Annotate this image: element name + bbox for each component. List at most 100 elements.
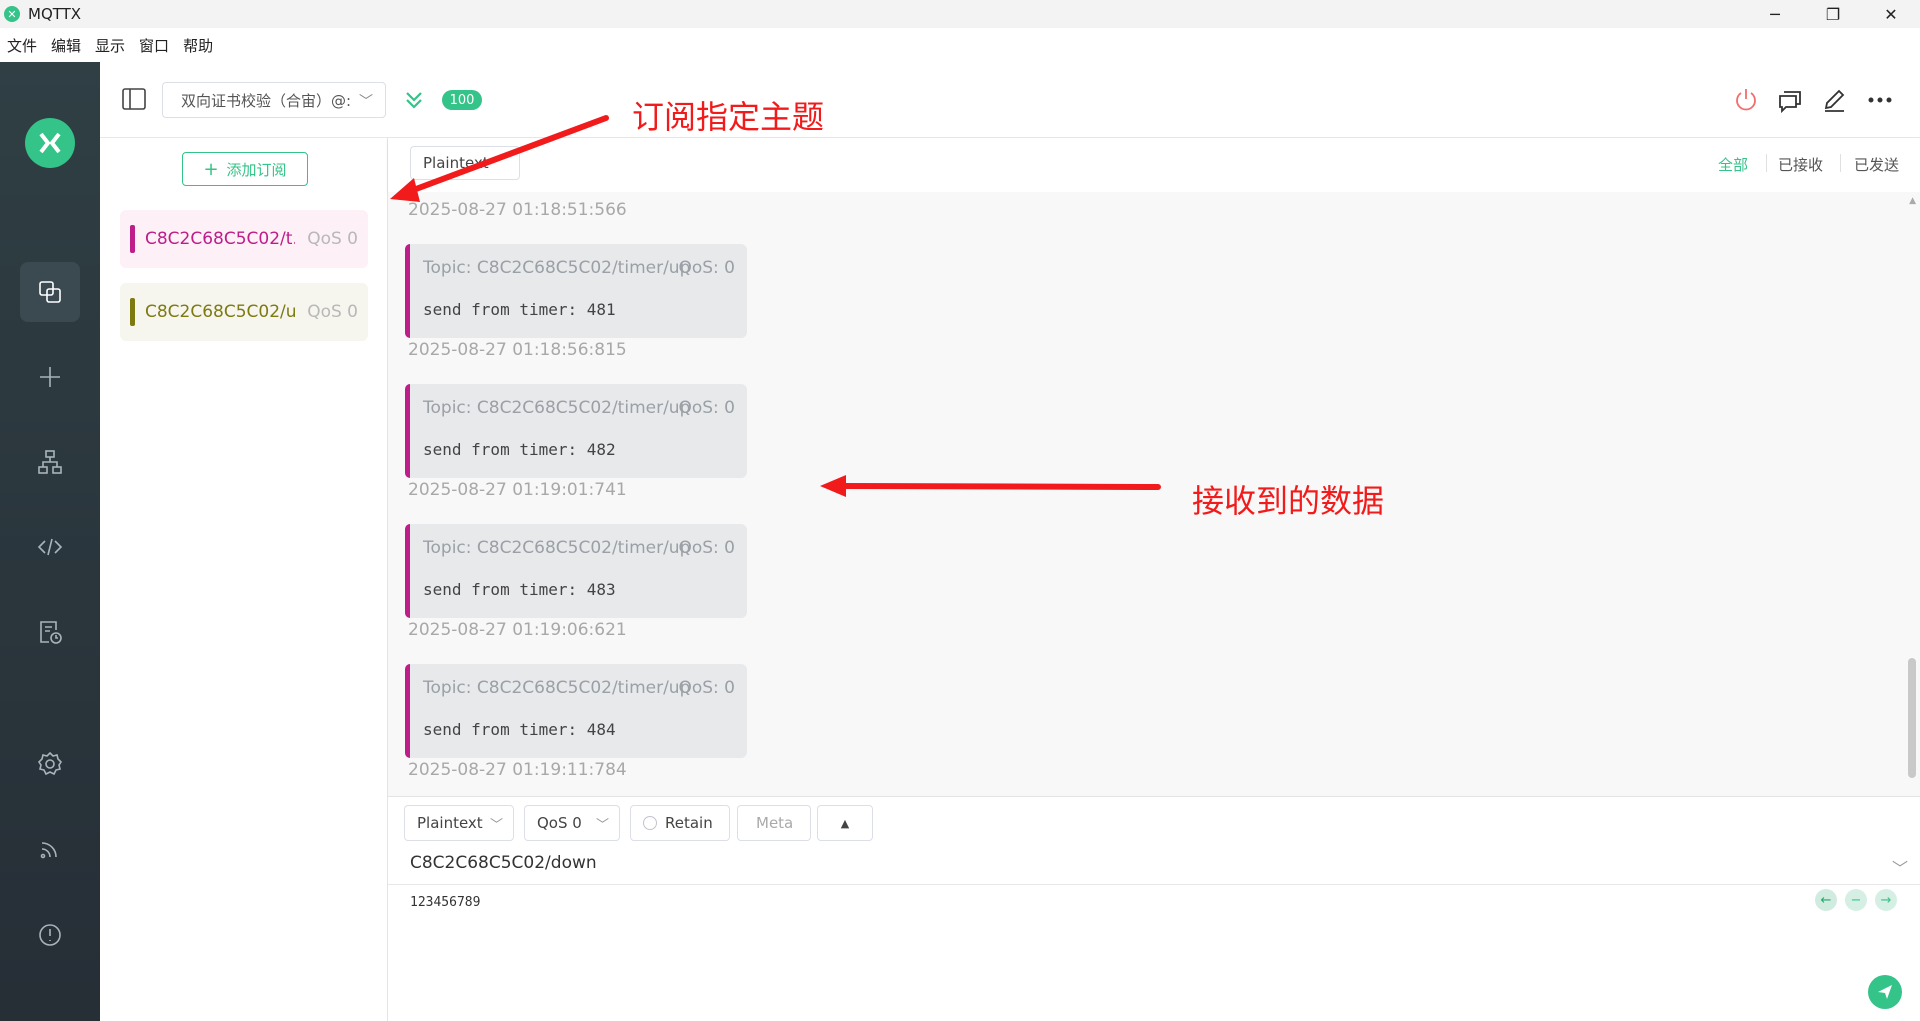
message-color-bar [405,244,410,338]
chevron-down-icon[interactable]: ﹀ [1892,855,1908,879]
message-bubble[interactable]: Topic: C8C2C68C5C02/timer/up QoS: 0 send… [405,384,747,478]
publish-qos-value: QoS 0 [537,814,582,832]
close-button[interactable]: ✕ [1862,0,1920,28]
chevron-down-icon: ﹀ [359,94,373,110]
publish-topic-input[interactable]: C8C2C68C5C02/down [410,853,597,873]
scrollbar-thumb[interactable] [1908,658,1916,778]
scroll-up-icon[interactable]: ▲ [1909,196,1916,206]
publish-format-value: Plaintext [417,814,483,832]
message-bubble[interactable]: Topic: C8C2C68C5C02/timer/up QoS: 0 send… [405,244,747,338]
about-icon[interactable] [20,905,80,965]
message-count-badge: 100 [442,90,482,110]
message-topic: Topic: C8C2C68C5C02/timer/up [423,258,691,278]
subscription-item[interactable]: C8C2C68C5C02/t... QoS 0 [120,210,368,268]
menu-bar: 文件 编辑 显示 窗口 帮助 [0,28,1920,62]
menu-edit[interactable]: 编辑 [44,35,88,56]
plus-icon: + [203,158,219,180]
publish-payload-input[interactable]: 123456789 [410,895,480,910]
plus-icon[interactable] [20,347,80,407]
message-list[interactable]: 2025-08-27 01:18:51:566 Topic: C8C2C68C5… [388,192,1920,796]
connections-icon[interactable] [20,262,80,322]
menu-file[interactable]: 文件 [0,35,44,56]
annotation-subscribe: 订阅指定主题 [632,98,825,136]
filter-received-tab[interactable]: 已接收 [1778,154,1823,175]
connection-header: 双向证书校验（合宙）@: ﹀ 100 [100,62,1920,138]
message-topic: Topic: C8C2C68C5C02/timer/up [423,398,691,418]
message-qos: QoS: 0 [678,538,735,558]
divider [1766,154,1767,172]
subscription-topic: C8C2C68C5C02/u... [145,302,295,322]
subscription-topic: C8C2C68C5C02/t... [145,229,295,249]
chevron-down-icon: ﹀ [595,817,609,833]
app-title: MQTTX [28,5,82,23]
menu-window[interactable]: 窗口 [132,35,176,56]
subscriptions-panel: + 添加订阅 C8C2C68C5C02/t... QoS 0 C8C2C68C5… [100,138,388,1021]
filter-sent-tab[interactable]: 已发送 [1854,154,1899,175]
chat-icon[interactable] [1776,86,1804,114]
title-bar: ✕ MQTTX ─ ❐ ✕ [0,0,1920,28]
subscription-item[interactable]: C8C2C68C5C02/u... QoS 0 [120,283,368,341]
menu-help[interactable]: 帮助 [176,35,220,56]
message-color-bar [405,384,410,478]
minimize-button[interactable]: ─ [1746,0,1804,28]
message-color-bar [405,524,410,618]
chevron-down-icon: ﹀ [489,817,503,833]
message-topic: Topic: C8C2C68C5C02/timer/up [423,678,691,698]
retain-radio[interactable] [643,816,657,830]
retain-label: Retain [665,814,713,832]
app-logo-icon: ✕ [4,6,20,22]
message-payload: send from timer: 481 [423,300,616,319]
retain-toggle[interactable]: Retain [630,805,730,841]
window-controls: ─ ❐ ✕ [1746,0,1920,28]
add-subscription-label: 添加订阅 [226,160,287,179]
message-color-bar [405,664,410,758]
double-chevron-down-icon[interactable] [404,88,424,112]
message-timestamp: 2025-08-27 01:19:11:784 [408,760,627,780]
message-qos: QoS: 0 [678,398,735,418]
feed-icon[interactable] [20,819,80,879]
mqttx-logo-icon [25,118,75,168]
message-timestamp: 2025-08-27 01:19:06:621 [408,620,627,640]
connection-select[interactable]: 双向证书校验（合宙）@: ﹀ [162,82,386,118]
script-icon[interactable] [20,517,80,577]
settings-icon[interactable] [20,734,80,794]
message-timestamp: 2025-08-27 01:19:01:741 [408,480,627,500]
message-bubble[interactable]: Topic: C8C2C68C5C02/timer/up QoS: 0 send… [405,524,747,618]
publish-qos-select[interactable]: QoS 0 ﹀ [524,805,620,841]
nav-rail [0,62,100,1021]
payload-format-select[interactable]: Plaintext [410,146,520,180]
history-forward-icon[interactable]: → [1875,889,1897,911]
add-subscription-button[interactable]: + 添加订阅 [182,152,308,186]
message-timestamp: 2025-08-27 01:18:56:815 [408,340,627,360]
message-toolbar: Plaintext 全部 已接收 已发送 [388,138,1920,192]
message-qos: QoS: 0 [678,258,735,278]
more-icon[interactable] [1866,86,1894,114]
subscription-qos: QoS 0 [307,229,358,249]
subscription-color-bar [130,225,135,253]
power-icon[interactable] [1732,86,1760,114]
expand-up-icon[interactable]: ▲ [817,805,873,841]
subscription-color-bar [130,298,135,326]
restore-button[interactable]: ❐ [1804,0,1862,28]
annotation-received: 接收到的数据 [1192,482,1385,520]
menu-view[interactable]: 显示 [88,35,132,56]
collapse-sidebar-icon[interactable] [122,88,146,110]
meta-button[interactable]: Meta [737,805,811,841]
filter-all-tab[interactable]: 全部 [1718,154,1748,175]
edit-icon[interactable] [1820,86,1848,114]
message-bubble[interactable]: Topic: C8C2C68C5C02/timer/up QoS: 0 send… [405,664,747,758]
divider [1840,154,1841,172]
publish-panel: Plaintext ﹀ QoS 0 ﹀ Retain Meta ▲ C8C2C6… [388,796,1920,1021]
message-payload: send from timer: 483 [423,580,616,599]
message-timestamp: 2025-08-27 01:18:51:566 [408,200,627,220]
publish-format-select[interactable]: Plaintext ﹀ [404,805,514,841]
message-payload: send from timer: 482 [423,440,616,459]
message-qos: QoS: 0 [678,678,735,698]
topology-icon[interactable] [20,432,80,492]
message-payload: send from timer: 484 [423,720,616,739]
history-clear-icon[interactable]: − [1845,889,1867,911]
log-icon[interactable] [20,602,80,662]
divider [388,884,1920,885]
history-back-icon[interactable]: ← [1815,889,1837,911]
send-icon[interactable] [1868,975,1902,1009]
